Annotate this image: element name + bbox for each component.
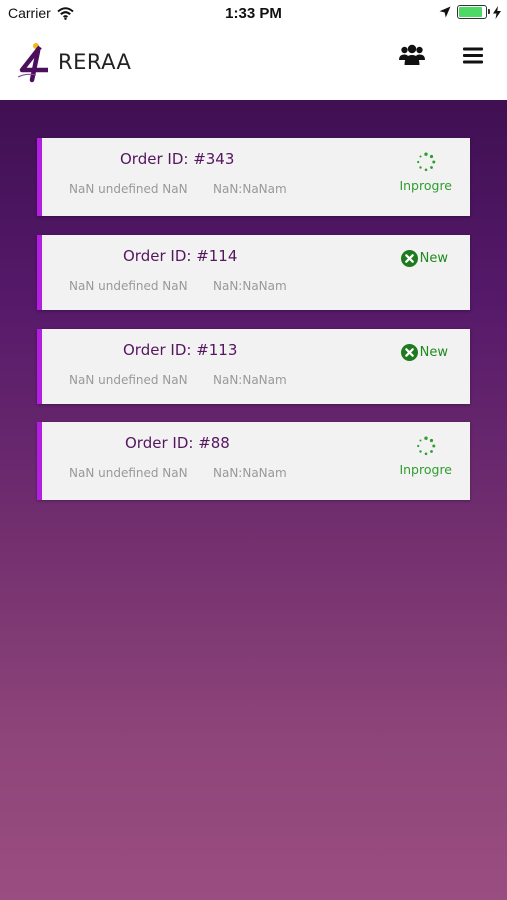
users-button[interactable] xyxy=(397,42,427,68)
spinner-icon xyxy=(416,152,436,172)
order-date: NaN undefined NaN xyxy=(69,279,188,293)
close-circle-icon xyxy=(400,344,418,361)
logo-mark-icon xyxy=(17,43,48,83)
order-time: NaN:NaNam xyxy=(213,279,287,293)
logo-text: RERAA xyxy=(58,50,132,74)
order-time: NaN:NaNam xyxy=(213,182,287,196)
order-id: Order ID: #114 xyxy=(123,247,238,265)
order-id: Order ID: #88 xyxy=(125,434,230,452)
order-card[interactable]: Order ID: #113 NaN undefined NaN NaN:NaN… xyxy=(37,329,470,404)
battery-icon xyxy=(457,5,490,19)
order-list: Order ID: #343 NaN undefined NaN NaN:NaN… xyxy=(0,100,507,900)
order-status: New xyxy=(400,344,448,361)
order-card[interactable]: Order ID: #343 NaN undefined NaN NaN:NaN… xyxy=(37,138,470,216)
order-card[interactable]: Order ID: #114 NaN undefined NaN NaN:NaN… xyxy=(37,235,470,310)
battery-level xyxy=(459,7,483,17)
order-id: Order ID: #113 xyxy=(123,341,238,359)
order-status: New xyxy=(400,250,448,267)
order-date: NaN undefined NaN xyxy=(69,373,188,387)
spinner-icon xyxy=(416,436,436,456)
order-date: NaN undefined NaN xyxy=(69,182,188,196)
status-label: Inprogre xyxy=(399,462,452,477)
order-status: Inprogre xyxy=(399,436,452,477)
order-id: Order ID: #343 xyxy=(120,150,235,168)
menu-button[interactable] xyxy=(458,42,488,68)
order-card[interactable]: Order ID: #88 NaN undefined NaN NaN:NaNa… xyxy=(37,422,470,500)
app-logo[interactable]: RERAA xyxy=(16,40,131,84)
app-header: RERAA xyxy=(0,28,507,100)
menu-icon xyxy=(463,47,483,63)
status-label: New xyxy=(419,251,448,266)
status-label: New xyxy=(419,345,448,360)
status-label: Inprogre xyxy=(399,178,452,193)
users-icon xyxy=(399,44,425,65)
status-right xyxy=(439,5,501,19)
order-time: NaN:NaNam xyxy=(213,373,287,387)
close-circle-icon xyxy=(400,250,418,267)
status-bar: Carrier 1:33 PM xyxy=(0,0,507,28)
location-arrow-icon xyxy=(439,6,451,18)
order-status: Inprogre xyxy=(399,152,452,193)
status-time: 1:33 PM xyxy=(225,5,282,22)
order-time: NaN:NaNam xyxy=(213,466,287,480)
order-date: NaN undefined NaN xyxy=(69,466,188,480)
charging-bolt-icon xyxy=(493,5,501,19)
